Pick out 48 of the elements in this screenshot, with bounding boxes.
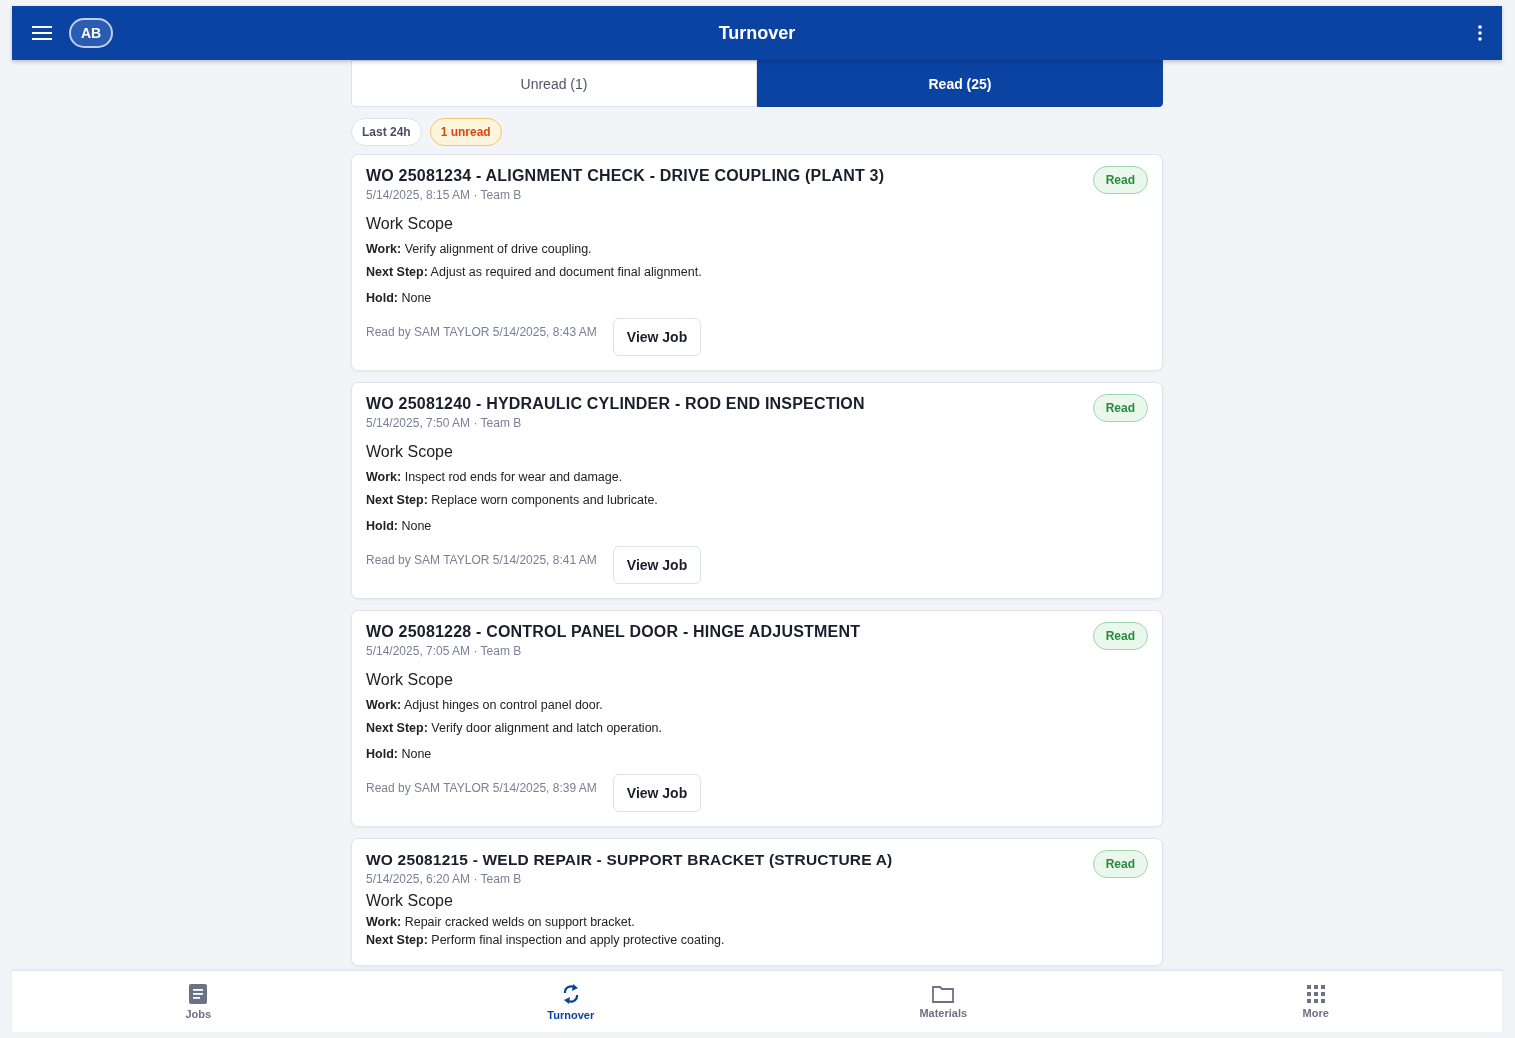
apps-grid-icon xyxy=(1306,984,1325,1003)
filter-chip: Last 24h xyxy=(351,118,422,146)
status-badge: Read xyxy=(1092,850,1148,878)
card-meta: 5/14/2025, 7:50 AM · Team B xyxy=(366,416,523,430)
field-line: Work: Verify alignment of drive coupling. xyxy=(366,242,593,256)
status-badge: Read xyxy=(1092,166,1148,194)
section-heading: Work Scope xyxy=(366,215,454,233)
card-meta: 5/14/2025, 6:20 AM · Team B xyxy=(366,872,523,886)
avatar-button[interactable]: AB xyxy=(69,18,113,48)
work-order-title: WO 25081234 - ALIGNMENT CHECK - DRIVE COUPLING (PLANT 3) xyxy=(366,167,885,185)
status-badge: Read xyxy=(1092,394,1148,422)
document-icon xyxy=(189,983,208,1004)
field-line: Next Step: Replace worn components and lubricate. xyxy=(366,493,659,507)
section-heading: Work Scope xyxy=(366,892,454,910)
field-line: Hold: None xyxy=(366,519,433,533)
field-line: Next Step: Perform final inspection and apply protective coating. xyxy=(366,933,726,947)
view-job-button[interactable]: View Job xyxy=(612,774,702,812)
menu-icon[interactable] xyxy=(32,26,52,40)
field-line: Next Step: Verify door alignment and latch operation. xyxy=(366,721,663,735)
read-by-text: Read by SAM TAYLOR 5/14/2025, 8:43 AM xyxy=(366,325,597,339)
card-meta: 5/14/2025, 8:15 AM · Team B xyxy=(366,188,523,202)
nav-item[interactable]: Jobs xyxy=(12,971,385,1032)
tab[interactable]: Unread (1) xyxy=(351,60,757,107)
work-order-title: WO 25081215 - WELD REPAIR - SUPPORT BRACKET (STRUCTURE A) xyxy=(366,851,893,869)
read-by-text: Read by SAM TAYLOR 5/14/2025, 8:41 AM xyxy=(366,553,597,567)
field-line: Work: Repair cracked welds on support bracket. xyxy=(366,915,636,929)
field-line: Work: Adjust hinges on control panel door. xyxy=(366,698,604,712)
view-job-button[interactable]: View Job xyxy=(612,546,702,584)
work-order-title: WO 25081228 - CONTROL PANEL DOOR - HINGE ADJUSTMENT xyxy=(366,623,861,641)
nav-item[interactable]: More xyxy=(1129,971,1502,1032)
folder-icon xyxy=(932,984,955,1003)
view-job-button[interactable]: View Job xyxy=(612,318,702,356)
work-order-title: WO 25081240 - HYDRAULIC CYLINDER - ROD END INSPECTION xyxy=(366,395,865,413)
field-line: Next Step: Adjust as required and document final alignment. xyxy=(366,265,703,279)
status-badge: Read xyxy=(1092,622,1148,650)
field-line: Hold: None xyxy=(366,747,433,761)
tab[interactable]: Read (25) xyxy=(757,60,1163,107)
card-meta: 5/14/2025, 7:05 AM · Team B xyxy=(366,644,523,658)
field-line: Work: Inspect rod ends for wear and damage. xyxy=(366,470,624,484)
read-by-text: Read by SAM TAYLOR 5/14/2025, 8:39 AM xyxy=(366,781,597,795)
more-options-icon[interactable] xyxy=(1478,25,1482,41)
field-line: Hold: None xyxy=(366,291,433,305)
page-title: Turnover xyxy=(718,22,796,44)
nav-item[interactable]: Materials xyxy=(757,971,1130,1032)
nav-item[interactable]: Turnover xyxy=(384,971,757,1032)
section-heading: Work Scope xyxy=(366,671,454,689)
filter-chip: 1 unread xyxy=(429,118,502,146)
section-heading: Work Scope xyxy=(366,443,454,461)
